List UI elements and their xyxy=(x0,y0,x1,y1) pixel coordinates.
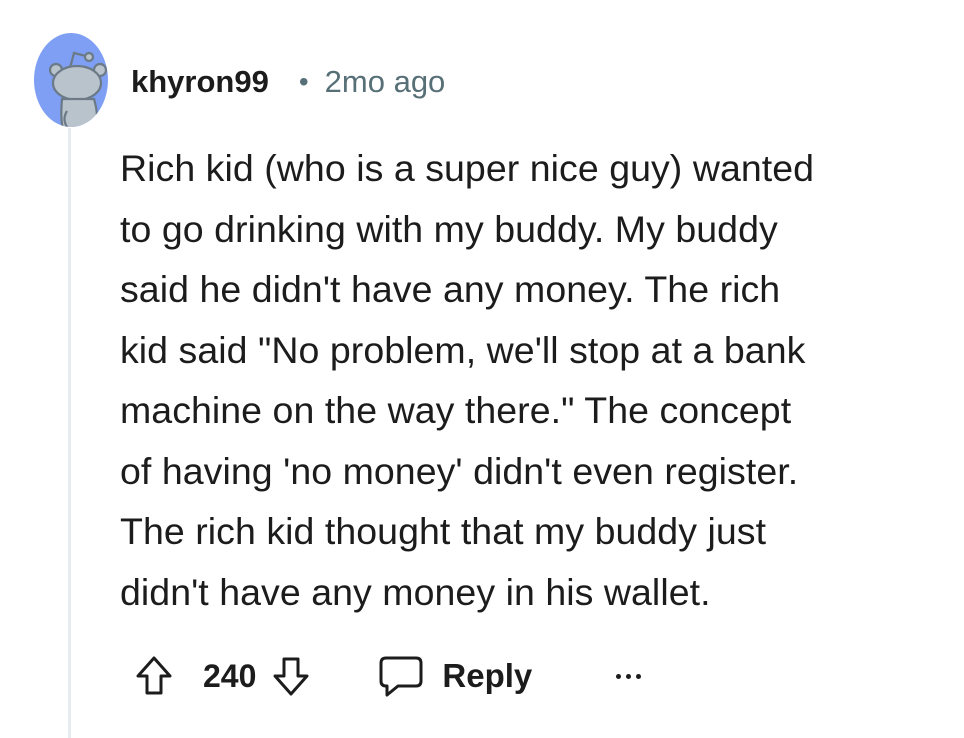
comment-body: Rich kid (who is a super nice guy) wante… xyxy=(120,147,815,613)
timestamp[interactable]: 2mo ago xyxy=(325,64,446,100)
ellipsis-icon-dot xyxy=(616,673,622,679)
comment: khyron99 • 2mo ago Rich kid (who is a su… xyxy=(0,0,964,738)
reply-label: Reply xyxy=(442,657,533,694)
arrow-down-icon xyxy=(273,657,309,696)
avatar[interactable] xyxy=(34,33,108,127)
meta-separator: • xyxy=(298,66,309,97)
more-options-button[interactable] xyxy=(616,650,642,702)
username-link[interactable]: khyron99 xyxy=(131,64,269,100)
vote-score: 240 xyxy=(203,657,257,694)
reply-button[interactable]: Reply xyxy=(378,654,532,698)
downvote-button[interactable] xyxy=(270,650,312,702)
speech-bubble-icon xyxy=(379,656,423,697)
ellipsis-icon-dot xyxy=(636,673,642,679)
arrow-up-icon xyxy=(136,656,172,695)
reddit-snoo-avatar-icon xyxy=(34,33,108,127)
comment-action-bar: 240 Reply xyxy=(133,650,642,702)
thread-line[interactable] xyxy=(68,128,71,738)
comment-header: khyron99 • 2mo ago xyxy=(131,58,445,106)
upvote-button[interactable] xyxy=(133,650,175,702)
ellipsis-icon-dot xyxy=(626,673,632,679)
